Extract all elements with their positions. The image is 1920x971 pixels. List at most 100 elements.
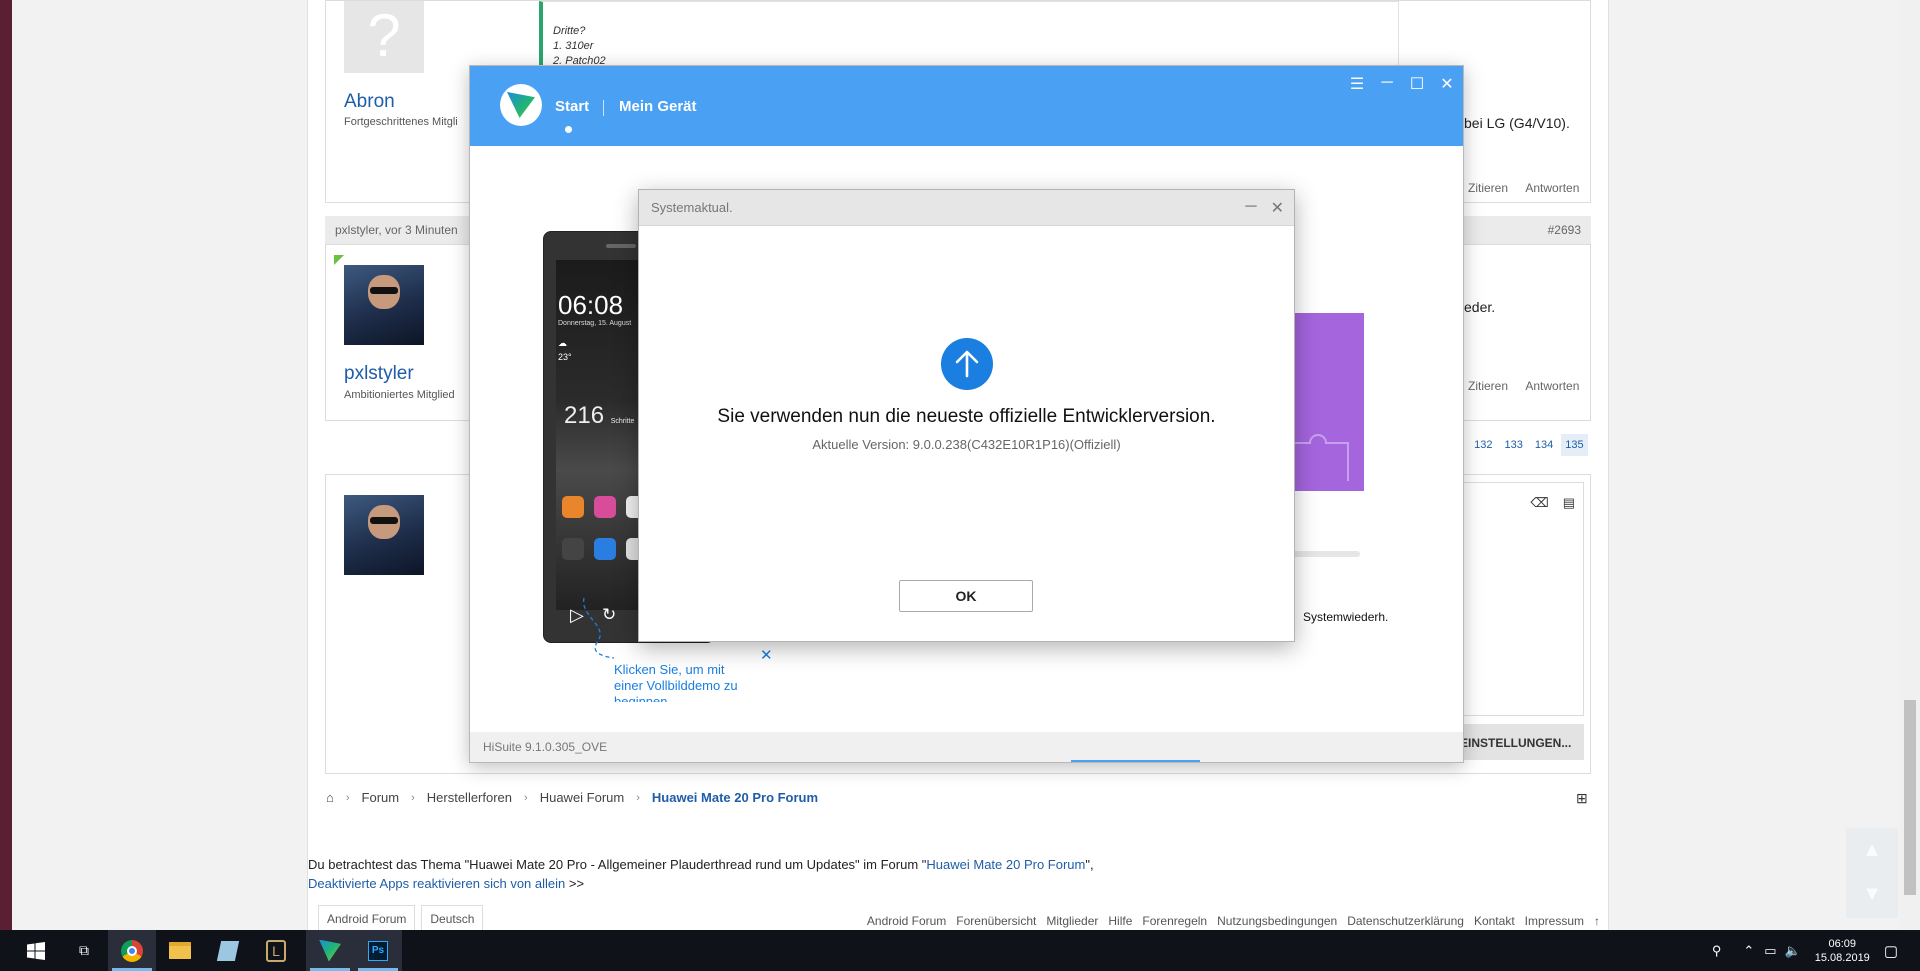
forum-link[interactable]: Huawei Mate 20 Pro Forum — [926, 857, 1085, 872]
hisuite-footer: HiSuite 9.1.0.305_OVE — [470, 732, 1463, 762]
arrow-down-icon: ▼ — [1862, 883, 1882, 905]
steps-label: Schritte — [610, 418, 635, 425]
page-link[interactable]: 134 — [1531, 434, 1557, 456]
style-selector[interactable]: Android Forum — [318, 905, 416, 931]
post-text: bei LG (G4/V10). — [1464, 115, 1570, 131]
notepad-icon — [216, 940, 240, 961]
tab-divider — [603, 100, 604, 116]
breadcrumb-item[interactable]: Herstellerforen — [427, 790, 512, 805]
footer-link[interactable]: Forenübersicht — [956, 914, 1036, 931]
app-icon — [594, 496, 616, 518]
eraser-icon[interactable]: ⌫ — [1530, 495, 1548, 511]
minimize-icon[interactable]: ─ — [1245, 198, 1256, 218]
close-icon[interactable]: ✕ — [760, 646, 773, 664]
volume-icon[interactable]: 🔈 — [1785, 943, 1801, 959]
avatar[interactable] — [344, 265, 424, 345]
start-button[interactable] — [12, 930, 60, 971]
phone-temperature: 23° — [558, 352, 572, 362]
breadcrumb-item[interactable]: Huawei Forum — [540, 790, 625, 805]
username[interactable]: pxlstyler — [344, 363, 414, 385]
phone-steps: 216 Schritte — [564, 402, 634, 430]
dialog-window-controls: ─ ✕ — [1245, 198, 1284, 218]
footer-link[interactable]: Android Forum — [867, 914, 946, 931]
quote-link[interactable]: Zitieren — [1468, 379, 1508, 393]
avatar[interactable] — [344, 495, 424, 575]
reply-link[interactable]: Antworten — [1525, 379, 1579, 393]
hisuite-version: HiSuite 9.1.0.305_OVE — [483, 740, 608, 754]
vertical-scrollbar[interactable] — [1900, 0, 1920, 930]
taskbar-photoshop[interactable]: Ps — [354, 930, 402, 971]
scrollbar-thumb[interactable] — [1904, 700, 1916, 895]
app-icon — [562, 496, 584, 518]
footer-link[interactable]: Impressum — [1525, 914, 1584, 931]
phone-clock: 06:08 — [558, 290, 624, 320]
footer-link[interactable]: Nutzungsbedingungen — [1217, 914, 1337, 931]
clock-date: 15.08.2019 — [1814, 951, 1870, 964]
username[interactable]: Abron — [344, 91, 395, 113]
demo-hint-text[interactable]: Klicken Sie, um mit einer Vollbilddemo z… — [614, 662, 754, 702]
active-tab-indicator — [565, 126, 572, 133]
tab-start[interactable]: Start — [555, 98, 589, 115]
post-number[interactable]: #2693 — [1548, 223, 1581, 237]
phone-date: Donnerstag, 15. August — [558, 320, 632, 327]
hisuite-icon — [319, 939, 341, 962]
footer-link[interactable]: Kontakt — [1474, 914, 1515, 931]
avatar[interactable]: ? — [344, 1, 424, 73]
close-icon[interactable]: ✕ — [1271, 198, 1284, 218]
related-suffix: >> — [565, 876, 585, 891]
task-view-icon: ⧉ — [79, 942, 89, 958]
taskbar-app[interactable] — [204, 930, 252, 971]
thread-info: Du betrachtest das Thema "Huawei Mate 20… — [308, 855, 1094, 893]
arrow-up-icon[interactable]: ↑ — [1594, 914, 1600, 931]
network-icon[interactable]: ▭ — [1764, 943, 1776, 959]
taskbar-hisuite[interactable] — [306, 930, 354, 971]
page-link-current[interactable]: 135 — [1561, 434, 1588, 456]
user-title: Ambitioniertes Mitglied — [344, 389, 455, 401]
notification-icon[interactable]: ▢ — [1884, 942, 1898, 960]
footer-link[interactable]: Forenregeln — [1142, 914, 1207, 931]
steps-value: 216 — [564, 402, 605, 429]
weather-icon: ☁ — [558, 338, 567, 348]
reply-link[interactable]: Antworten — [1525, 181, 1579, 195]
footer-link[interactable]: Mitglieder — [1046, 914, 1098, 931]
taskbar-explorer[interactable] — [156, 930, 204, 971]
league-icon: L — [266, 939, 286, 962]
footer-link[interactable]: Datenschutzerklärung — [1347, 914, 1464, 931]
chrome-icon — [121, 939, 143, 962]
breadcrumb-current[interactable]: Huawei Mate 20 Pro Forum — [652, 790, 818, 805]
dialog-titlebar[interactable]: Systemaktual. ─ ✕ — [639, 190, 1294, 226]
page-link[interactable]: 133 — [1500, 434, 1526, 456]
taskbar-chrome[interactable] — [108, 930, 156, 971]
ok-button[interactable]: OK — [899, 580, 1033, 612]
maximize-icon[interactable]: ☐ — [1409, 74, 1425, 94]
footer-link[interactable]: Hilfe — [1108, 914, 1132, 931]
close-icon[interactable]: ✕ — [1439, 74, 1455, 94]
menu-icon[interactable]: ☰ — [1349, 74, 1365, 94]
quote-link[interactable]: Zitieren — [1468, 181, 1508, 195]
thread-info-suffix: ", — [1085, 857, 1094, 872]
home-icon[interactable]: ⌂ — [326, 790, 334, 805]
language-selector[interactable]: Deutsch — [421, 905, 484, 931]
related-thread-link[interactable]: Deaktivierte Apps reaktivieren sich von … — [308, 876, 565, 891]
quote-block: Dritte? 1. 310er 2. Patch02 — [539, 1, 1399, 73]
back-to-top-button[interactable]: ▲ ▼ — [1846, 828, 1898, 918]
arrow-up-icon — [941, 338, 993, 390]
window-edge — [0, 0, 12, 930]
windows-logo-icon — [27, 941, 45, 960]
tab-my-device[interactable]: Mein Gerät — [619, 98, 697, 115]
system-restore-label[interactable]: Systemwiederh. — [1303, 610, 1388, 624]
taskbar-league[interactable]: L — [252, 930, 300, 971]
task-view-button[interactable]: ⧉ — [60, 930, 108, 971]
chevron-right-icon: › — [524, 791, 528, 804]
windows-taskbar: ⧉ L Ps ⚲ ⌃ ▭ 🔈 06:09 15.08.2019 ▢ — [0, 930, 1920, 971]
people-icon[interactable]: ⚲ — [1712, 943, 1722, 959]
document-icon[interactable]: ▤ — [1563, 495, 1575, 511]
sitemap-icon[interactable]: ⊞ — [1576, 790, 1588, 807]
window-controls: ☰ ─ ☐ ✕ — [1349, 74, 1455, 94]
taskbar-clock[interactable]: 06:09 15.08.2019 — [1815, 937, 1870, 965]
page-link[interactable]: 132 — [1470, 434, 1496, 456]
minimize-icon[interactable]: ─ — [1379, 74, 1395, 94]
chevron-up-icon[interactable]: ⌃ — [1743, 943, 1754, 959]
arrow-up-icon: ▲ — [1862, 839, 1882, 861]
breadcrumb-item[interactable]: Forum — [362, 790, 400, 805]
